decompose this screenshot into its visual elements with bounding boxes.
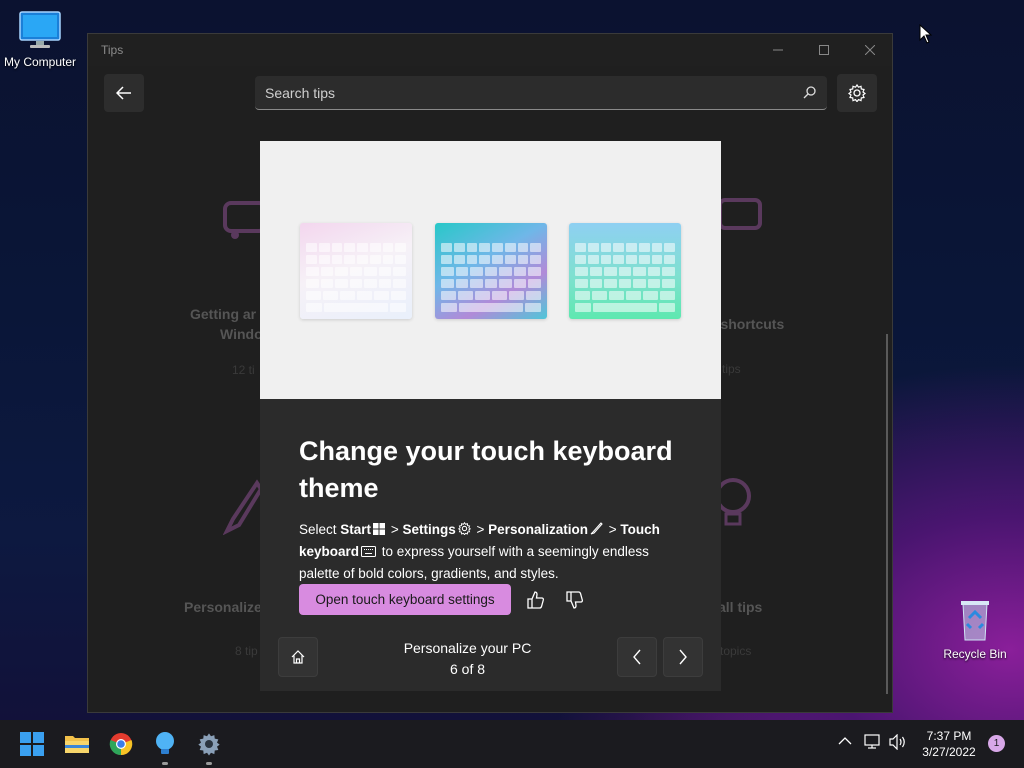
keyboard-icon (718, 198, 762, 230)
running-indicator (162, 762, 168, 765)
home-button[interactable] (278, 637, 318, 677)
chevron-up-icon[interactable] (838, 734, 852, 748)
chevron-left-icon (633, 649, 641, 665)
previous-tip-button[interactable] (617, 637, 657, 677)
pen-icon (590, 522, 603, 535)
windows-start-icon (373, 523, 386, 535)
chrome-button[interactable] (105, 728, 137, 760)
tile-subtitle: topics (720, 644, 752, 658)
open-touch-keyboard-settings-button[interactable]: Open touch keyboard settings (299, 584, 511, 615)
thumbs-down-icon (566, 591, 584, 609)
desktop-icon-label: Recycle Bin (943, 647, 1007, 661)
minimize-icon (773, 49, 783, 51)
recycle-bin-icon (961, 601, 989, 641)
brush-icon (223, 479, 263, 535)
desktop-icon-label: My Computer (3, 55, 77, 69)
search-icon[interactable] (803, 85, 817, 99)
title-bar[interactable]: Tips (88, 34, 892, 66)
start-button[interactable] (16, 728, 48, 760)
separator: > (390, 522, 399, 537)
tips-window: Tips Getting ar Windo 12 ti d shortcuts … (87, 33, 893, 713)
mouse-cursor-icon (919, 24, 933, 44)
clock-time: 7:37 PM (926, 729, 972, 743)
maximize-button[interactable] (801, 34, 847, 66)
body-text: Select (299, 522, 337, 537)
chrome-icon (109, 733, 133, 756)
tile-subtitle: tips (722, 362, 741, 376)
collection-name: Personalize your PC (403, 640, 532, 656)
lightbulb-icon (156, 732, 174, 754)
home-icon (291, 650, 305, 664)
thumbs-up-button[interactable] (523, 587, 549, 613)
keyboard-icon (361, 546, 377, 557)
volume-icon[interactable] (889, 734, 907, 750)
monitor-icon (19, 11, 61, 48)
windows-logo-icon (20, 732, 44, 756)
close-icon (865, 45, 875, 55)
keyboard-theme-preview (569, 223, 681, 319)
close-button[interactable] (847, 34, 893, 66)
network-icon[interactable] (864, 734, 882, 750)
search-box[interactable] (255, 76, 827, 110)
tip-dialog: Change your touch keyboard theme Select … (260, 141, 721, 691)
personalization-label: Personalization (488, 522, 588, 537)
tile-title: all tips (718, 599, 763, 615)
tile-subtitle: 8 tip (235, 644, 258, 658)
keyboard-theme-preview (300, 223, 412, 319)
settings-app-button[interactable] (193, 728, 225, 765)
tip-position: 6 of 8 (449, 661, 486, 677)
desktop-icon-my-computer[interactable]: My Computer (0, 10, 80, 69)
separator: > (476, 522, 485, 537)
start-label: Start (340, 522, 372, 537)
chevron-right-icon (679, 649, 687, 665)
separator: > (608, 522, 617, 537)
running-indicator (206, 762, 212, 765)
tips-app-button[interactable] (149, 728, 181, 765)
taskbar: 7:37 PM 3/27/2022 1 (0, 720, 1024, 768)
tile-subtitle: 12 ti (232, 363, 255, 377)
clock-date: 3/27/2022 (922, 745, 976, 759)
file-explorer-button[interactable] (61, 728, 93, 760)
keyboard-theme-preview (435, 223, 547, 319)
thumbs-down-button[interactable] (562, 587, 588, 613)
next-tip-button[interactable] (663, 637, 703, 677)
collection-info: Personalize your PC 6 of 8 (380, 638, 555, 680)
desktop-icon-recycle-bin[interactable]: Recycle Bin (935, 598, 1015, 661)
tip-title: Change your touch keyboard theme (299, 436, 673, 503)
thumbs-up-icon (527, 591, 545, 609)
back-button[interactable] (104, 74, 144, 112)
hero-image (260, 141, 721, 399)
gear-icon (848, 84, 866, 102)
settings-button[interactable] (837, 74, 877, 112)
tile-title: Getting ar (190, 306, 257, 322)
gear-icon (457, 522, 471, 535)
arrow-left-icon (116, 86, 131, 100)
search-input[interactable] (255, 76, 797, 110)
window-title: Tips (101, 43, 124, 57)
system-clock[interactable]: 7:37 PM 3/27/2022 (914, 728, 984, 760)
gear-icon (198, 733, 220, 756)
settings-label: Settings (402, 522, 456, 537)
tile-title: Windo (220, 326, 263, 342)
notification-badge[interactable]: 1 (988, 735, 1005, 752)
tile-title: Personalize (184, 599, 262, 615)
minimize-button[interactable] (755, 34, 801, 66)
scrollbar[interactable] (886, 334, 888, 694)
maximize-icon (819, 45, 829, 55)
tip-body: Select Start > Settings > Personalizatio… (299, 519, 689, 585)
folder-icon (65, 736, 89, 753)
